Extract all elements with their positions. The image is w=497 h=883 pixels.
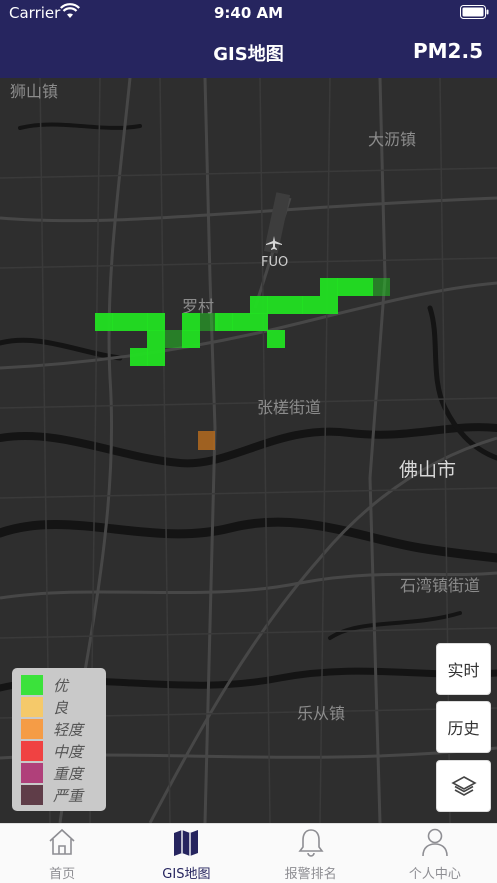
tab-label: 个人中心 (408, 867, 461, 882)
user-icon (422, 828, 448, 857)
airport-icon (266, 236, 282, 250)
pm25-grid-cell[interactable] (320, 278, 338, 296)
pm25-grid-cell[interactable] (337, 278, 355, 296)
home-icon (49, 828, 75, 855)
pm25-grid-cell[interactable] (320, 296, 338, 314)
legend-row: 严重 (21, 784, 106, 806)
pm25-grid-cell[interactable] (182, 330, 200, 348)
tab-home[interactable]: 首页 (0, 824, 124, 883)
pm25-grid-cell[interactable] (267, 296, 285, 314)
pm25-grid-cell[interactable] (147, 313, 165, 331)
layers-icon (450, 776, 477, 796)
pm25-grid-cell[interactable] (147, 330, 165, 348)
battery-icon (460, 5, 489, 19)
pm25-grid-cell[interactable] (232, 313, 250, 331)
legend-swatch-zhongdu (21, 741, 43, 761)
pm25-grid-cell[interactable] (182, 313, 200, 331)
layers-button[interactable] (436, 760, 491, 812)
legend-swatch-you (21, 675, 43, 695)
app-screen: Carrier 9:40 AM GIS地图 PM2.5 狮山镇 大沥镇 罗村 张… (0, 0, 497, 883)
status-bar: Carrier 9:40 AM (0, 0, 497, 26)
pm25-grid-cell[interactable] (302, 296, 320, 314)
pm25-grid-cell[interactable] (267, 330, 285, 348)
place-label-shishan: 狮山镇 (10, 82, 59, 101)
realtime-button[interactable]: 实时 (436, 643, 491, 695)
tab-label: 报警排名 (284, 867, 337, 882)
map-view[interactable]: 狮山镇 大沥镇 罗村 张槎街道 佛山市 石湾镇街道 乐从镇 FUO 优 良 轻度 (0, 78, 497, 823)
place-label-dali: 大沥镇 (368, 130, 417, 149)
tab-label: 首页 (49, 867, 76, 882)
place-label-shiwan: 石湾镇街道 (400, 576, 481, 595)
legend-row: 轻度 (21, 718, 106, 740)
pm25-grid-cell[interactable] (250, 313, 268, 331)
pm25-grid-cell-light[interactable] (198, 431, 215, 450)
status-time: 9:40 AM (213, 4, 284, 22)
pm25-grid-cell[interactable] (147, 348, 165, 366)
tab-bar: 首页 GIS地图 报警排名 个人中心 (0, 823, 497, 883)
pm25-grid-cell[interactable] (95, 313, 113, 331)
aqi-legend: 优 良 轻度 中度 重度 严重 (12, 668, 106, 811)
place-label-zhangcha: 张槎街道 (257, 398, 322, 417)
legend-label: 轻度 (53, 720, 84, 739)
pm25-grid-cell[interactable] (112, 313, 130, 331)
legend-label: 良 (53, 698, 69, 717)
pollutant-selector[interactable]: PM2.5 (413, 39, 483, 63)
legend-row: 良 (21, 696, 106, 718)
legend-row: 重度 (21, 762, 106, 784)
pm25-grid-cell[interactable] (355, 278, 373, 296)
pm25-grid-cell[interactable] (250, 296, 268, 314)
pm25-grid-cell[interactable] (372, 278, 390, 296)
pm25-grid-cell[interactable] (285, 296, 303, 314)
tab-label: GIS地图 (162, 867, 211, 882)
tab-gis-map[interactable]: GIS地图 (124, 824, 248, 883)
place-label-foshan: 佛山市 (399, 459, 457, 481)
history-button[interactable]: 历史 (436, 701, 491, 753)
legend-swatch-qingdu (21, 719, 43, 739)
legend-row: 优 (21, 674, 106, 696)
legend-swatch-zhongdu-heavy (21, 763, 43, 783)
pm25-grid-cell[interactable] (165, 330, 183, 348)
legend-row: 中度 (21, 740, 106, 762)
legend-label: 优 (53, 676, 69, 695)
airport-code-label: FUO (261, 255, 289, 270)
place-label-lecong: 乐从镇 (297, 704, 346, 723)
bell-icon (298, 829, 324, 857)
map-icon (174, 830, 199, 856)
legend-label: 重度 (53, 764, 84, 783)
legend-label: 中度 (53, 742, 84, 761)
pm25-grid-cell[interactable] (130, 348, 148, 366)
legend-label: 严重 (53, 786, 84, 805)
pm25-grid-cell[interactable] (215, 313, 233, 331)
legend-swatch-yanzhong (21, 785, 43, 805)
legend-swatch-liang (21, 697, 43, 717)
top-bar: Carrier 9:40 AM GIS地图 PM2.5 (0, 0, 497, 78)
tab-alarm-ranking[interactable]: 报警排名 (249, 824, 373, 883)
tab-profile[interactable]: 个人中心 (373, 824, 497, 883)
pm25-grid-cell[interactable] (130, 313, 148, 331)
